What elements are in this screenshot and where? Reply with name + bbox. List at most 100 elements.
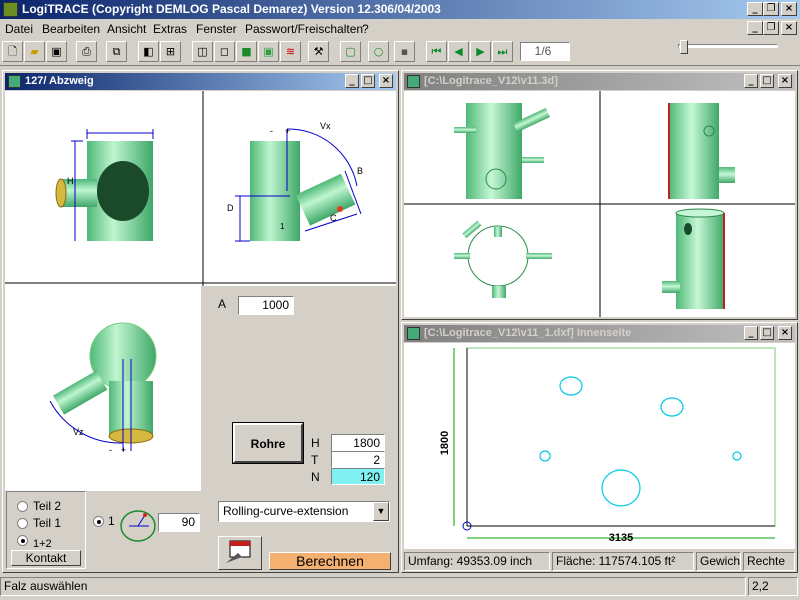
q1-branch-opening [55,178,67,208]
abzweig-minimize-button[interactable]: _ [345,74,359,88]
circle-shape-icon[interactable]: ○ [368,41,389,62]
dxf-cut-3 [539,450,551,462]
close-button[interactable]: × [781,2,797,16]
t-input[interactable]: 2 [331,451,385,468]
color-stripes-icon[interactable]: ≋ [280,41,301,62]
mdi-minimize-button[interactable]: _ [747,21,763,35]
teil1-label: Teil 1 [33,516,62,530]
angle-radio-label: 1 [108,514,115,528]
last-page-icon[interactable]: ⏭ [492,41,513,62]
dxf-maximize-button[interactable]: □ [760,326,774,340]
shaded-cube-icon[interactable]: ▣ [258,41,279,62]
dxf-close-button[interactable]: × [778,326,792,340]
view-side-pipe [669,103,719,199]
q1-dim-h: H [67,176,74,186]
n-input[interactable]: 120 [331,468,385,485]
tool-icon[interactable]: ⚒ [308,41,329,62]
curve-type-value: Rolling-curve-extension [223,504,349,518]
teil1-radio[interactable] [17,518,28,529]
h-label: H [311,436,320,450]
status-message: Falz auswählen [0,577,746,596]
dxf-cut-2 [660,397,684,417]
menu-extras[interactable]: Extras [153,22,187,36]
new-file-icon[interactable]: 🗋 [2,41,23,62]
dxf-cut-1 [559,376,583,396]
dxf-dim-vertical: 1800 [439,431,451,455]
menu-bar: Datei Bearbeiten Ansicht Extras Fenster … [0,19,800,38]
view3d-window-icon [407,75,420,88]
a-input[interactable]: 1000 [238,296,294,315]
app-icon[interactable] [3,2,18,17]
teil2-radio[interactable] [17,501,28,512]
next-page-icon[interactable]: ▶ [470,41,491,62]
wireframe-cube-icon[interactable]: ◫ [192,41,213,62]
rohre-button[interactable]: Rohre [232,422,304,464]
abzweig-window: 127/ Abzweig _ □ × H - + Vx B C D 1 Vz -… [2,70,399,573]
solid-cube-icon[interactable]: ■ [236,41,257,62]
dxf-rechte-status: Rechte [743,552,795,571]
view3d-maximize-button[interactable]: □ [760,74,774,88]
view-iso-pipe [676,213,724,309]
menu-passwort[interactable]: Passwort/Freischalten [245,22,363,36]
menu-help[interactable]: ? [362,22,369,36]
abzweig-window-icon [8,75,21,88]
copy-icon[interactable]: ⧉ [106,41,127,62]
dxf-outline [466,347,776,527]
angle-radio[interactable] [93,516,104,527]
abzweig-close-button[interactable]: × [379,74,393,88]
previous-page-icon[interactable]: ◀ [448,41,469,62]
teil12-radio[interactable] [17,535,28,546]
dropdown-arrow-icon[interactable]: ▼ [373,502,389,521]
teil2-label: Teil 2 [33,499,62,513]
save-icon[interactable]: ▣ [46,41,67,62]
toolbar: 🗋 ▰ ▣ ⎙ ⧉ ◧ ⊞ ◫ ◻ ■ ▣ ≋ ⚒ ▢ ○ ▪ ⏮ ◀ ▶ ⏭ … [0,38,800,66]
zoom-slider-track[interactable] [678,44,778,48]
q2-dim-one: 1 [280,222,285,231]
view3d-canvas[interactable] [404,91,795,317]
kontakt-button[interactable]: Kontakt [11,550,81,566]
menu-bearbeiten[interactable]: Bearbeiten [42,22,100,36]
view-front-pipe [466,103,522,199]
angle-input[interactable]: 90 [158,513,200,532]
quad-view-icon[interactable]: ⊞ [160,41,181,62]
abzweig-titlebar: 127/ Abzweig _ □ × [5,73,396,90]
restore-button[interactable]: ❐ [763,2,779,16]
a-label: A [218,297,227,311]
open-folder-icon[interactable]: ▰ [24,41,45,62]
angle-icon [120,510,156,542]
dxf-window: [C:\Logitrace_V12\v11_1.dxf] Innenseite … [401,322,798,573]
zoom-slider-thumb[interactable] [680,40,688,54]
q1-cut-hole [97,161,149,221]
q2-dim-plus: + [285,126,290,136]
dxf-title: [C:\Logitrace_V12\v11_1.dxf] Innenseite [424,327,632,339]
q3-dim-minus: - [109,445,112,455]
single-view-icon[interactable]: ◧ [138,41,159,62]
flat-shape-icon[interactable]: ▢ [340,41,361,62]
view3d-close-button[interactable]: × [778,74,792,88]
berechnen-button[interactable]: Berechnen [269,552,391,570]
minimize-button[interactable]: _ [747,2,763,16]
t-label: T [311,453,319,467]
menu-fenster[interactable]: Fenster [196,22,237,36]
view3d-minimize-button[interactable]: _ [744,74,758,88]
dxf-cut-4 [732,451,742,461]
print-icon[interactable]: ⎙ [76,41,97,62]
dxf-minimize-button[interactable]: _ [744,326,758,340]
mdi-close-button[interactable]: × [781,21,797,35]
hidden-cube-icon[interactable]: ◻ [214,41,235,62]
page-indicator: 1/6 [520,42,570,61]
calendar-tool-button[interactable] [218,536,262,570]
menu-ansicht[interactable]: Ansicht [107,22,146,36]
first-page-icon[interactable]: ⏮ [426,41,447,62]
curve-type-dropdown[interactable]: Rolling-curve-extension ▼ [218,501,390,522]
q2-dim-d: D [227,203,234,213]
dxf-canvas[interactable]: 1800 3135 [404,343,795,549]
abzweig-maximize-button[interactable]: □ [361,74,375,88]
menu-datei[interactable]: Datei [5,22,33,36]
q2-dim-c: C [330,213,337,223]
mdi-restore-button[interactable]: ❐ [763,21,779,35]
q3-dim-plus: + [121,445,126,455]
q2-dim-vx: Vx [320,121,331,131]
view3d-title: [C:\Logitrace_V12\v11.3d] [424,75,558,87]
settings-icon[interactable]: ▪ [394,41,415,62]
